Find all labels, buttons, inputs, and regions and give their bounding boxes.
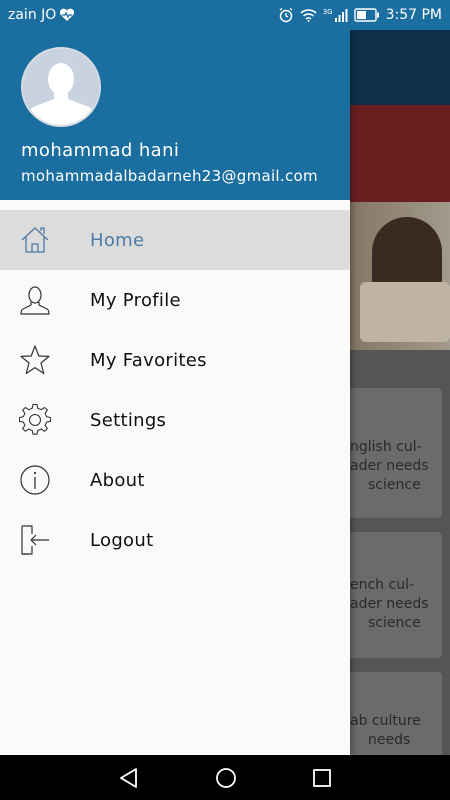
drawer-item-label: My Favorites xyxy=(90,349,207,371)
drawer-item-home[interactable]: Home xyxy=(0,210,350,270)
logout-icon xyxy=(19,524,51,556)
info-icon xyxy=(19,464,51,496)
navigation-drawer: mohammad hani mohammadalbadarneh23@gmail… xyxy=(0,30,350,755)
drawer-item-logout[interactable]: Logout xyxy=(0,510,350,570)
status-left: zain JO xyxy=(8,7,75,23)
drawer-header: mohammad hani mohammadalbadarneh23@gmail… xyxy=(0,30,350,200)
gear-icon xyxy=(18,403,52,436)
recents-icon[interactable] xyxy=(312,768,332,788)
battery-icon xyxy=(353,8,380,22)
drawer-item-my-favorites[interactable]: My Favorites xyxy=(0,330,350,390)
clock: 3:57 PM xyxy=(385,7,442,23)
user-name: mohammad hani xyxy=(21,140,180,161)
alarm-icon xyxy=(278,7,294,23)
carrier-label: zain JO xyxy=(8,7,57,23)
network-type-label: 3G xyxy=(322,8,333,16)
signal-icon: 3G xyxy=(323,8,348,22)
person-icon xyxy=(19,284,51,316)
system-nav-bar xyxy=(0,755,450,800)
star-icon xyxy=(19,344,51,376)
avatar[interactable] xyxy=(21,47,101,127)
user-email: mohammadalbadarneh23@gmail.com xyxy=(21,167,318,185)
drawer-item-label: My Profile xyxy=(90,289,181,311)
drawer-menu: Home My Profile My Favorites Settings Ab… xyxy=(0,210,350,570)
drawer-item-my-profile[interactable]: My Profile xyxy=(0,270,350,330)
drawer-item-label: Logout xyxy=(90,529,154,551)
wifi-icon xyxy=(300,8,317,22)
drawer-item-label: About xyxy=(90,469,145,491)
home-circle-icon[interactable] xyxy=(215,767,237,789)
home-icon xyxy=(19,224,51,256)
drawer-item-settings[interactable]: Settings xyxy=(0,390,350,450)
back-icon[interactable] xyxy=(118,767,140,789)
avatar-placeholder-icon xyxy=(23,49,99,125)
status-right: 3G 3:57 PM xyxy=(278,7,442,23)
drawer-item-about[interactable]: About xyxy=(0,450,350,510)
heart-pulse-icon xyxy=(59,8,75,22)
drawer-item-label: Home xyxy=(90,229,145,251)
drawer-item-label: Settings xyxy=(90,409,167,431)
status-bar: zain JO 3G 3:57 PM xyxy=(0,0,450,30)
